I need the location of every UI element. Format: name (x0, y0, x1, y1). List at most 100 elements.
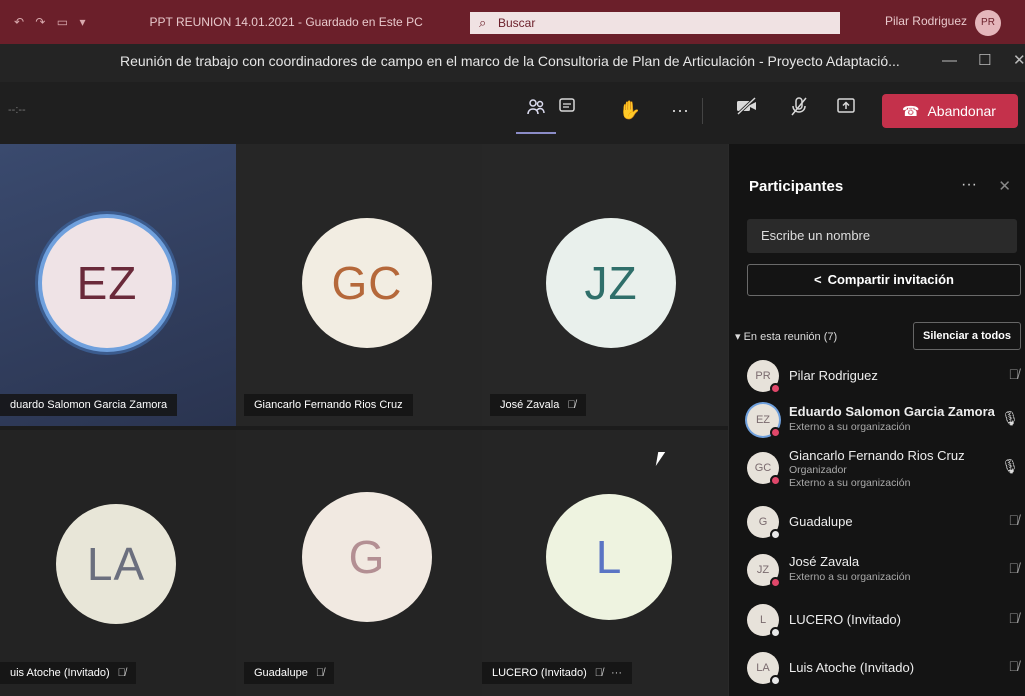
nameplate: LUCERO (Invitado) 🎙̸ ··· (482, 662, 633, 684)
panel-close-icon[interactable]: ✕ (998, 177, 1011, 195)
participant-name: Pilar Rodriguez (789, 368, 878, 383)
participant-tile[interactable]: G Guadalupe 🎙̸ (236, 430, 482, 696)
avatar: L (546, 494, 672, 620)
chat-button[interactable] (553, 96, 581, 124)
meeting-window-title-bar: Reunión de trabajo con coordinadores de … (0, 44, 1025, 82)
participant-row[interactable]: GC Giancarlo Fernando Rios Cruz Organiza… (747, 448, 1023, 489)
video-stage: EZ duardo Salomon Garcia Zamora GC Gianc… (0, 144, 728, 696)
participant-name: LUCERO (Invitado) (789, 612, 901, 627)
participant-name: Eduardo Salomon Garcia Zamora (789, 404, 995, 419)
participant-row[interactable]: JZ José Zavala Externo a su organización… (747, 550, 1023, 590)
leave-label: Abandonar (927, 103, 996, 119)
section-label: En esta reunión (7) (743, 331, 838, 343)
mic-off-icon: 🎙̸ (1008, 512, 1020, 528)
participant-name: LUCERO (Invitado) (492, 667, 587, 679)
nameplate: Giancarlo Fernando Rios Cruz (244, 394, 413, 416)
leave-button[interactable]: ☎ Abandonar (882, 94, 1018, 128)
minimize-icon[interactable]: — (942, 44, 957, 78)
participant-tile[interactable]: L LUCERO (Invitado) 🎙̸ ··· (482, 430, 728, 696)
share-screen-button[interactable] (832, 96, 860, 124)
mute-all-button[interactable]: Silenciar a todos (913, 322, 1021, 350)
mic-off-icon: 🎙̸ (1008, 658, 1020, 674)
share-link-icon: < (813, 272, 822, 287)
document-title[interactable]: PPT REUNION 14.01.2021 - Guardado en Est… (149, 15, 422, 29)
quick-access-icons[interactable]: ↶ ↷ ▭ ▾ (14, 15, 89, 29)
avatar: PR (747, 360, 781, 394)
avatar: JZ (747, 554, 781, 588)
mic-off-icon: 🎙̸ (1008, 560, 1020, 576)
account-name[interactable]: Pilar Rodriguez (885, 14, 967, 28)
participant-search-input[interactable]: Escribe un nombre (747, 219, 1017, 253)
avatar: EZ (42, 218, 172, 348)
nameplate: duardo Salomon Garcia Zamora (0, 394, 178, 416)
mic-off-icon: 🎙̸ (567, 399, 576, 411)
more-actions-button[interactable]: ··· (666, 96, 694, 124)
status-icon (770, 475, 781, 486)
participant-subtitle: Externo a su organización (789, 477, 911, 489)
phone-hangup-icon: ☎ (902, 103, 920, 119)
avatar: LA (747, 652, 781, 686)
account-avatar[interactable]: PR (975, 10, 1001, 36)
share-invite-label: Compartir invitación (827, 272, 954, 287)
participant-name: Giancarlo Fernando Rios Cruz (254, 399, 403, 411)
maximize-icon[interactable]: ☐ (978, 44, 991, 78)
search-icon: ⌕ (479, 15, 487, 30)
share-invite-button[interactable]: < Compartir invitación (747, 264, 1021, 296)
mic-toggle-button[interactable] (785, 96, 813, 124)
participant-name: Guadalupe (789, 514, 853, 529)
in-meeting-section-toggle[interactable]: ▾ En esta reunión (7) (735, 330, 837, 343)
chat-icon (559, 98, 575, 112)
participant-name: Guadalupe (254, 667, 308, 679)
status-icon (770, 529, 781, 540)
avatar: L (747, 604, 781, 638)
mic-off-icon: 🎙̸ (1008, 366, 1020, 382)
participant-tile[interactable]: EZ duardo Salomon Garcia Zamora (0, 144, 236, 426)
participant-row[interactable]: L LUCERO (Invitado) 🎙̸ (747, 600, 1023, 640)
search-placeholder: Buscar (498, 16, 536, 30)
search-box[interactable]: ⌕ Buscar (470, 12, 840, 34)
participant-tile[interactable]: GC Giancarlo Fernando Rios Cruz (236, 144, 482, 426)
more-icon[interactable]: ··· (611, 667, 622, 679)
mic-off-icon: 🎙̸ (594, 667, 604, 679)
more-icon: ··· (671, 100, 689, 120)
panel-title: Participantes (749, 178, 844, 195)
status-icon (770, 427, 781, 438)
participant-name: Giancarlo Fernando Rios Cruz (789, 448, 965, 463)
camera-toggle-button[interactable] (733, 96, 761, 124)
participant-tile[interactable]: LA uis Atoche (Invitado) 🎙̸ (0, 430, 236, 696)
people-icon (527, 99, 545, 115)
participant-name: Luis Atoche (Invitado) (789, 660, 915, 675)
participants-panel: Participantes ··· ✕ Escribe un nombre < C… (728, 144, 1025, 696)
panel-more-icon[interactable]: ··· (961, 176, 977, 194)
avatar: GC (302, 218, 432, 348)
share-icon (837, 98, 855, 113)
mic-off-icon: 🎙̸ (117, 667, 126, 679)
participant-row[interactable]: EZ Eduardo Salomon Garcia Zamora Externo… (747, 400, 1023, 440)
close-window-icon[interactable]: ✕ (1013, 44, 1025, 78)
participant-row[interactable]: LA Luis Atoche (Invitado) 🎙̸ (747, 648, 1023, 688)
avatar: LA (56, 504, 176, 624)
raise-hand-button[interactable]: ✋ (616, 96, 644, 124)
participant-subtitle: Externo a su organización (789, 571, 911, 583)
office-title-bar: ↶ ↷ ▭ ▾ PPT REUNION 14.01.2021 - Guardad… (0, 0, 1025, 44)
participant-row[interactable]: G Guadalupe 🎙̸ (747, 502, 1023, 542)
avatar: G (302, 492, 432, 622)
avatar: JZ (546, 218, 676, 348)
participant-subtitle: Externo a su organización (789, 421, 911, 433)
meeting-toolbar: --:-- ✋ ··· ☎ Abandonar (0, 82, 1025, 144)
avatar: EZ (747, 404, 781, 438)
participant-row[interactable]: PR Pilar Rodriguez 🎙̸ (747, 356, 1023, 396)
participant-name: duardo Salomon Garcia Zamora (10, 399, 168, 411)
mic-off-icon: 🎙̸ (315, 667, 325, 679)
status-icon (770, 627, 781, 638)
status-icon (770, 577, 781, 588)
avatar: G (747, 506, 781, 540)
avatar: GC (747, 452, 781, 486)
participant-tile[interactable]: JZ José Zavala 🎙̸ (482, 144, 728, 426)
mic-off-icon: 🎙̸ (1008, 610, 1020, 626)
status-icon (770, 383, 781, 394)
meeting-timer: --:-- (8, 104, 26, 116)
mic-on-icon: 🎙 (1001, 458, 1019, 474)
participants-button[interactable] (516, 96, 556, 134)
mic-off-icon (791, 97, 807, 116)
